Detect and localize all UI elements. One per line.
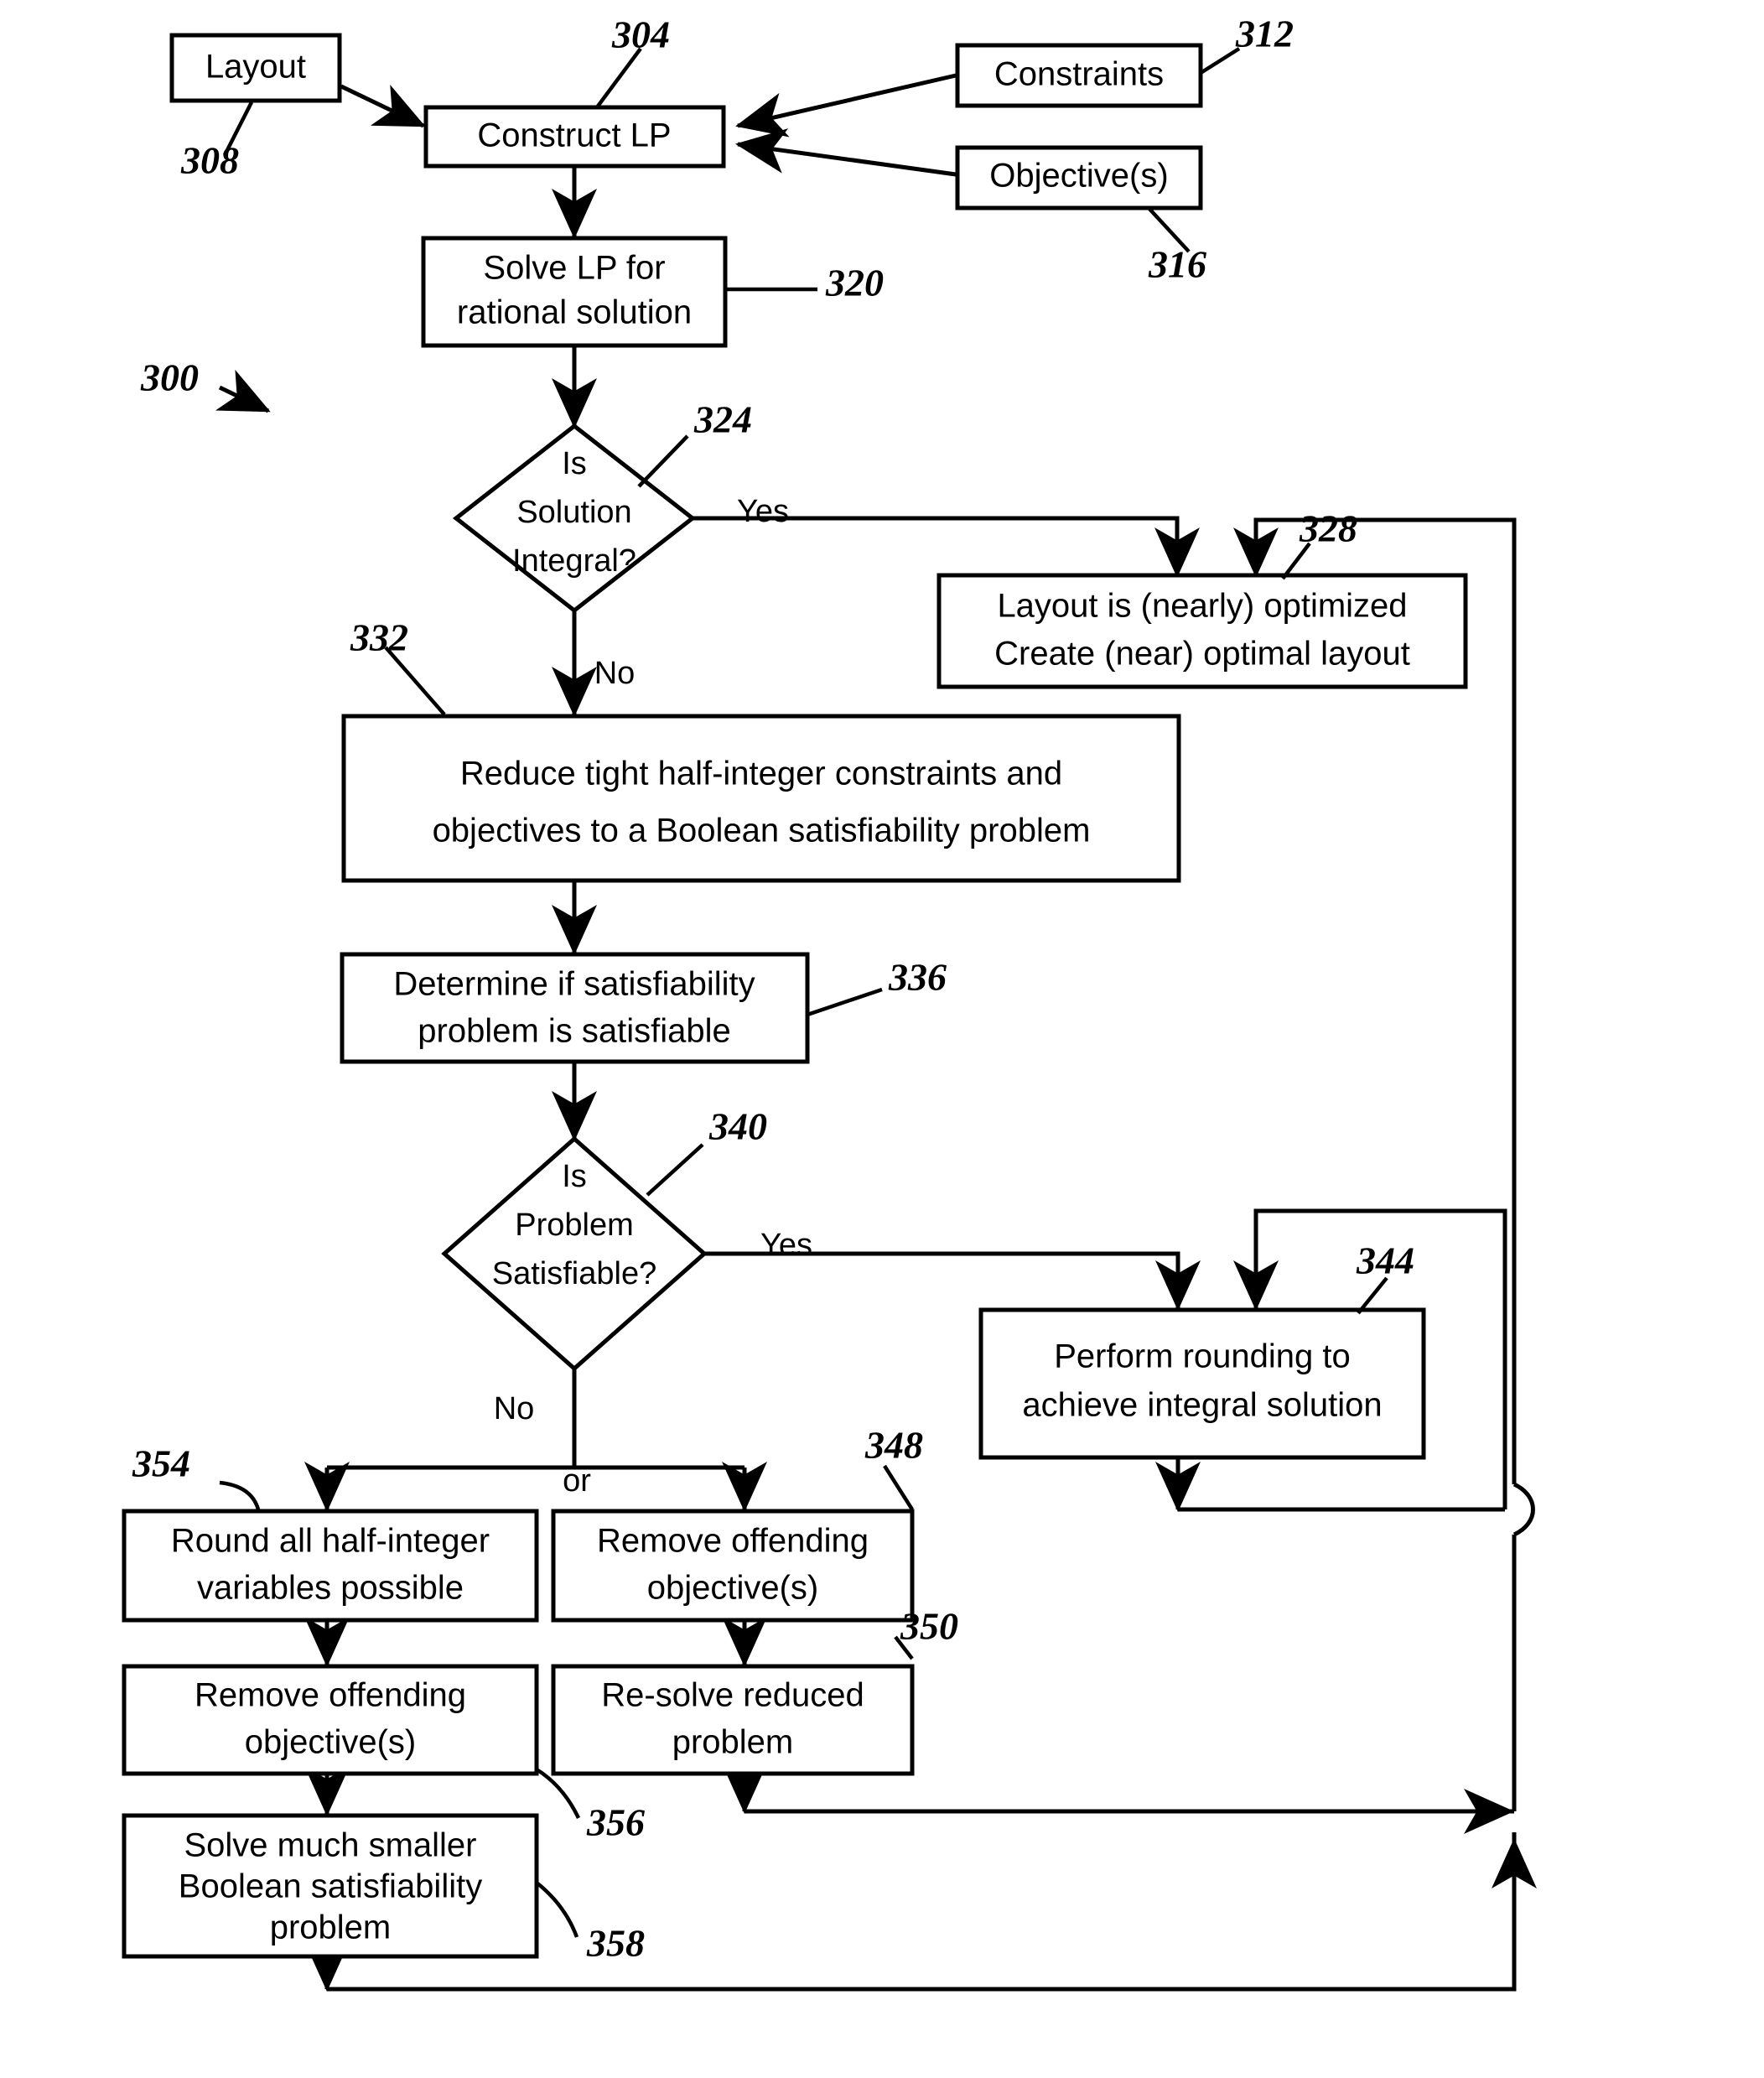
node-is-problem-satisfiable-line3: Satisfiable? — [492, 1256, 656, 1291]
node-remove-offending-2-line1: Remove offending — [195, 1677, 466, 1714]
edge-layout-to-construct — [340, 84, 426, 128]
ref-300-arrow — [215, 369, 271, 413]
node-remove-offending-1[interactable]: Remove offending objective(s) — [551, 1509, 915, 1623]
node-solve-smaller-boolean-line1: Solve much smaller — [184, 1827, 476, 1864]
node-constraints[interactable]: Constraints — [955, 43, 1203, 108]
figure-canvas: Layout 308 Construct LP 304 Constraints … — [0, 0, 1764, 2078]
edge-label-integral-yes: Yes — [737, 494, 789, 529]
leader-354 — [219, 1480, 261, 1510]
node-reduce-constraints-line2: objectives to a Boolean satisfiability p… — [433, 813, 1091, 849]
node-layout-label: Layout — [205, 49, 306, 86]
node-layout[interactable]: Layout — [169, 33, 342, 103]
node-objectives-label: Objective(s) — [989, 158, 1168, 195]
ref-308: 308 — [180, 139, 239, 182]
leader-324 — [637, 434, 689, 488]
node-reduce-constraints-box[interactable] — [341, 714, 1181, 883]
ref-340: 340 — [708, 1105, 767, 1148]
node-perform-rounding-box[interactable] — [978, 1307, 1426, 1460]
node-is-solution-integral-line1: Is — [562, 446, 587, 481]
node-resolve-reduced-line2: problem — [672, 1724, 794, 1761]
node-is-solution-integral-line2: Solution — [516, 495, 631, 530]
node-perform-rounding[interactable]: Perform rounding to achieve integral sol… — [978, 1307, 1426, 1460]
node-solve-lp-line1: Solve LP for — [483, 250, 665, 287]
ref-350: 350 — [900, 1605, 958, 1648]
node-resolve-reduced[interactable]: Re-solve reduced problem — [551, 1664, 915, 1776]
node-remove-offending-2[interactable]: Remove offending objective(s) — [122, 1664, 539, 1776]
node-construct-lp-label: Construct LP — [477, 117, 671, 154]
node-resolve-reduced-line1: Re-solve reduced — [601, 1677, 864, 1714]
leader-312 — [1199, 47, 1241, 75]
node-solve-smaller-boolean[interactable]: Solve much smaller Boolean satisfiabilit… — [122, 1813, 539, 1959]
node-determine-satisfiability-line2: problem is satisfiable — [418, 1013, 731, 1050]
node-solve-lp-line2: rational solution — [457, 294, 692, 331]
node-solve-lp[interactable]: Solve LP for rational solution — [421, 236, 728, 348]
node-solve-smaller-boolean-line3: problem — [270, 1909, 392, 1946]
node-round-all-half-integer-line2: variables possible — [197, 1570, 464, 1607]
node-is-solution-integral-line3: Integral? — [512, 543, 636, 579]
node-layout-optimized-line1: Layout is (nearly) optimized — [997, 588, 1407, 625]
edge-label-or: or — [563, 1463, 591, 1499]
node-is-problem-satisfiable-line1: Is — [562, 1159, 587, 1194]
node-round-all-half-integer-line1: Round all half-integer — [171, 1523, 490, 1560]
node-perform-rounding-line2: achieve integral solution — [1022, 1387, 1382, 1424]
edge-constraints-to-construct — [735, 73, 957, 138]
leader-336 — [807, 987, 883, 1017]
node-determine-satisfiability-line1: Determine if satisfiability — [393, 966, 755, 1003]
node-remove-offending-2-line2: objective(s) — [245, 1724, 417, 1761]
node-constraints-label: Constraints — [994, 56, 1164, 93]
edge-objectives-to-construct — [735, 128, 957, 177]
node-is-solution-integral[interactable]: Is Solution Integral? — [452, 423, 697, 614]
ref-336: 336 — [888, 956, 947, 999]
ref-316: 316 — [1148, 243, 1206, 286]
node-is-problem-satisfiable[interactable]: Is Problem Satisfiable? — [441, 1135, 708, 1372]
edge-label-integral-no: No — [594, 656, 636, 691]
leader-348 — [883, 1464, 914, 1511]
ref-320: 320 — [825, 262, 884, 304]
flowchart-svg: Layout 308 Construct LP 304 Constraints … — [122, 13, 1537, 1992]
node-layout-optimized[interactable]: Layout is (nearly) optimized Create (nea… — [936, 573, 1468, 689]
leader-340 — [646, 1143, 704, 1197]
node-reduce-constraints-line1: Reduce tight half-integer constraints an… — [460, 756, 1062, 792]
ref-300: 300 — [140, 356, 199, 399]
node-solve-smaller-boolean-line2: Boolean satisfiability — [179, 1868, 482, 1905]
node-round-all-half-integer[interactable]: Round all half-integer variables possibl… — [122, 1509, 539, 1623]
ref-354: 354 — [132, 1442, 190, 1485]
leader-304 — [595, 47, 642, 109]
node-perform-rounding-line1: Perform rounding to — [1054, 1338, 1351, 1375]
ref-324: 324 — [693, 398, 752, 441]
node-determine-satisfiability[interactable]: Determine if satisfiability problem is s… — [340, 952, 810, 1064]
node-objectives[interactable]: Objective(s) — [955, 145, 1203, 210]
ref-348: 348 — [864, 1424, 923, 1467]
edge-label-sat-yes: Yes — [760, 1228, 812, 1263]
node-layout-optimized-line2: Create (near) optimal layout — [994, 636, 1410, 673]
node-remove-offending-1-line2: objective(s) — [647, 1570, 819, 1607]
ref-332: 332 — [350, 616, 408, 659]
ref-328: 328 — [1299, 507, 1357, 550]
node-reduce-constraints[interactable]: Reduce tight half-integer constraints an… — [341, 714, 1181, 883]
edge-label-sat-no: No — [494, 1391, 535, 1426]
node-is-problem-satisfiable-line2: Problem — [515, 1208, 634, 1243]
ref-344: 344 — [1356, 1239, 1414, 1282]
ref-304: 304 — [611, 13, 670, 56]
leader-358 — [535, 1881, 579, 1938]
leader-356 — [535, 1768, 581, 1819]
node-construct-lp[interactable]: Construct LP — [423, 105, 726, 169]
line-hop-crossing — [1512, 1482, 1535, 1537]
ref-312: 312 — [1235, 13, 1294, 55]
ref-358: 358 — [586, 1922, 645, 1965]
node-remove-offending-1-line1: Remove offending — [597, 1523, 869, 1560]
ref-356: 356 — [586, 1801, 645, 1844]
